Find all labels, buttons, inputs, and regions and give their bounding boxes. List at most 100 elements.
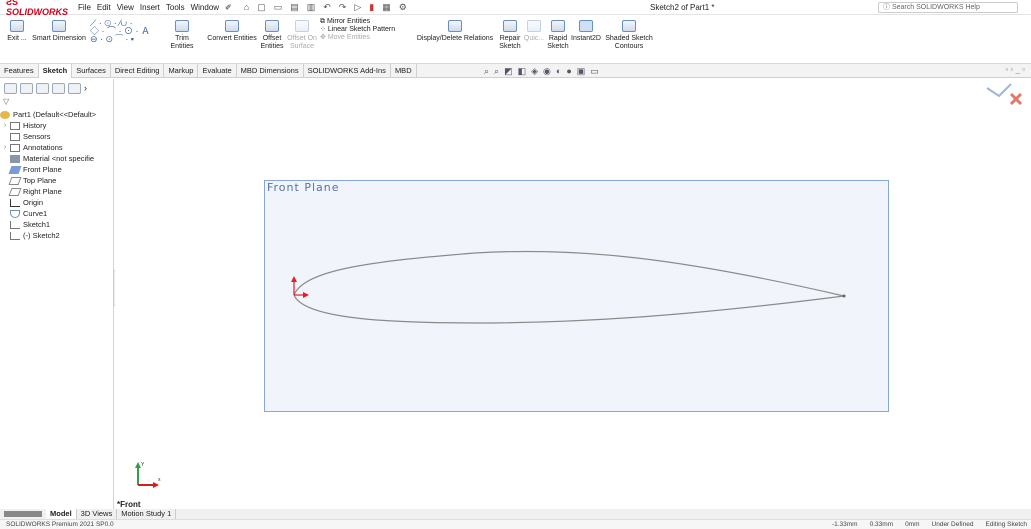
rebuild-icon[interactable]: ▮	[369, 2, 374, 13]
rapid-sketch-icon	[551, 20, 565, 32]
menu-window[interactable]: Window	[191, 3, 219, 12]
tree-item-annotations[interactable]: › Annotations	[0, 142, 114, 153]
home-icon[interactable]: ⌂	[244, 2, 249, 13]
exit-sketch-button[interactable]: Exit ...	[4, 20, 30, 43]
redo-icon[interactable]: ↷	[339, 2, 347, 13]
display-delete-relations-button[interactable]: Display/Delete Relations	[412, 20, 498, 43]
exit-sketch-label: Exit ...	[7, 35, 27, 42]
pin-icon[interactable]: ✐	[225, 3, 232, 12]
tree-item-sketch1[interactable]: Sketch1	[0, 219, 114, 230]
quick-access-toolbar: ⌂ ▢ ▭ ▤ ▥ ↶ ↷ ▷ ▮ ▦ ⚙	[244, 2, 407, 13]
linear-pattern-button[interactable]: ⁘ Linear Sketch Pattern	[320, 26, 412, 34]
convert-entities-button[interactable]: Convert Entities	[205, 20, 259, 43]
view-settings-icon[interactable]: ▭	[590, 66, 599, 77]
options-icon[interactable]: ⚙	[399, 2, 407, 13]
tree-root[interactable]: Part1 (Default<<Default>	[0, 109, 114, 120]
tree-item-history[interactable]: › History	[0, 120, 114, 131]
restore-icon[interactable]: ▫ ▫	[1005, 65, 1013, 74]
tab-3d-views[interactable]: 3D Views	[77, 509, 118, 519]
mirror-entities-button[interactable]: ⧉ Mirror Entities	[320, 18, 412, 26]
file-properties-icon[interactable]: ▦	[382, 2, 391, 13]
section-view-icon[interactable]: ◧	[518, 66, 527, 77]
solidworks-logo[interactable]: ƧS SOLIDWORKS	[6, 0, 78, 17]
tab-features[interactable]: Features	[0, 63, 39, 78]
undo-icon[interactable]: ↶	[323, 2, 331, 13]
featuremanager-tab-icon[interactable]	[4, 83, 17, 94]
print-icon[interactable]: ▥	[307, 2, 316, 13]
shaded-sketch-contours-button[interactable]: Shaded Sketch Contours	[602, 20, 656, 51]
tab-sketch[interactable]: Sketch	[38, 63, 73, 78]
cancel-sketch-icon[interactable]	[1009, 92, 1023, 106]
menu-insert[interactable]: Insert	[140, 3, 160, 12]
tab-motion-study[interactable]: Motion Study 1	[117, 509, 177, 519]
quick-snaps-button[interactable]: Quic...	[523, 20, 545, 43]
tab-mbd-dimensions[interactable]: MBD Dimensions	[237, 63, 304, 78]
configurationmanager-tab-icon[interactable]	[36, 83, 49, 94]
edit-appearance-icon[interactable]: ●	[566, 66, 571, 77]
zoom-to-fit-icon[interactable]: ⌕	[484, 66, 489, 77]
menu-view[interactable]: View	[117, 3, 134, 12]
tree-item-label: Material <not specifie	[23, 154, 95, 163]
status-readouts: -1.33mm 0.33mm 0mm Under Defined Editing…	[832, 520, 1027, 529]
sketch-definition-status[interactable]: Under Defined	[932, 520, 974, 529]
menu-file[interactable]: File	[78, 3, 91, 12]
expand-icon[interactable]: ›	[0, 122, 10, 129]
dimxpert-tab-icon[interactable]	[52, 83, 65, 94]
tab-surfaces[interactable]: Surfaces	[72, 63, 111, 78]
tree-item-curve1[interactable]: Curve1	[0, 208, 114, 219]
new-icon[interactable]: ▢	[257, 2, 266, 13]
graphics-area[interactable]: Front Plane	[115, 79, 1031, 509]
slot-tools[interactable]: ⊖ · ⊙ ⁀ · ▪	[90, 35, 160, 44]
tree-item-right-plane[interactable]: Right Plane	[0, 186, 114, 197]
previous-view-icon[interactable]: ◩	[504, 66, 513, 77]
move-entities-button[interactable]: ✥ Move Entities	[320, 34, 412, 42]
tab-markup[interactable]: Markup	[164, 63, 199, 78]
product-version: SOLIDWORKS Premium 2021 SP0.0	[6, 521, 114, 528]
title-bar: ƧS SOLIDWORKS File Edit View Insert Tool…	[0, 0, 1031, 17]
search-help-input[interactable]: ⓘ Search SOLIDWORKS Help	[878, 2, 1018, 13]
maximize-icon[interactable]: ▫	[1022, 65, 1025, 74]
instant2d-button[interactable]: Instant2D	[571, 20, 601, 43]
trim-entities-button[interactable]: Trim Entities	[164, 20, 200, 51]
minimize-icon[interactable]: _	[1015, 65, 1019, 74]
tab-evaluate[interactable]: Evaluate	[198, 63, 237, 78]
display-manager-tab-icon[interactable]	[68, 83, 81, 94]
smart-dimension-label: Smart Dimension	[32, 35, 86, 42]
trailing-edge-point[interactable]	[842, 294, 846, 298]
ds-logo-icon: ƧS	[6, 0, 19, 7]
rapid-sketch-button[interactable]: Rapid Sketch	[546, 20, 570, 51]
open-icon[interactable]: ▭	[274, 2, 283, 13]
propertymanager-tab-icon[interactable]	[20, 83, 33, 94]
tree-item-sensors[interactable]: Sensors	[0, 131, 114, 142]
tab-scroll-arrows[interactable]	[4, 511, 42, 517]
tab-direct-editing[interactable]: Direct Editing	[111, 63, 165, 78]
offset-entities-button[interactable]: Offset Entities	[259, 20, 285, 51]
filter-icon[interactable]: ▽	[3, 97, 9, 106]
tree-item-material[interactable]: Material <not specifie	[0, 153, 114, 164]
menu-edit[interactable]: Edit	[97, 3, 111, 12]
chevron-right-icon[interactable]: ›	[84, 83, 87, 94]
menu-tools[interactable]: Tools	[166, 3, 185, 12]
repair-sketch-button[interactable]: Repair Sketch	[497, 20, 523, 51]
airfoil-lower-curve[interactable]	[293, 294, 845, 324]
tree-item-origin[interactable]: Origin	[0, 197, 114, 208]
tab-solidworks-addins[interactable]: SOLIDWORKS Add-Ins	[304, 63, 391, 78]
tree-item-top-plane[interactable]: Top Plane	[0, 175, 114, 186]
zoom-area-icon[interactable]: ⌕	[494, 66, 499, 77]
offset-on-surface-button[interactable]: Offset On Surface	[286, 20, 318, 51]
save-icon[interactable]: ▤	[290, 2, 299, 13]
airfoil-sketch[interactable]	[115, 79, 1031, 509]
airfoil-upper-curve[interactable]	[293, 250, 845, 297]
tab-model[interactable]: Model	[46, 509, 77, 519]
tree-item-front-plane[interactable]: Front Plane	[0, 164, 114, 175]
tab-mbd[interactable]: MBD	[391, 63, 417, 78]
smart-dimension-button[interactable]: Smart Dimension	[30, 20, 88, 43]
display-style-icon[interactable]: ◉	[543, 66, 551, 77]
tree-item-sketch2[interactable]: (-) Sketch2	[0, 230, 114, 241]
view-orientation-icon[interactable]: ◈	[531, 66, 538, 77]
expand-icon[interactable]: ›	[0, 144, 10, 151]
accept-sketch-icon[interactable]	[986, 83, 1012, 98]
hide-show-icon[interactable]: ◐	[556, 66, 561, 77]
select-icon[interactable]: ▷	[354, 2, 361, 13]
apply-scene-icon[interactable]: ▣	[577, 66, 586, 77]
